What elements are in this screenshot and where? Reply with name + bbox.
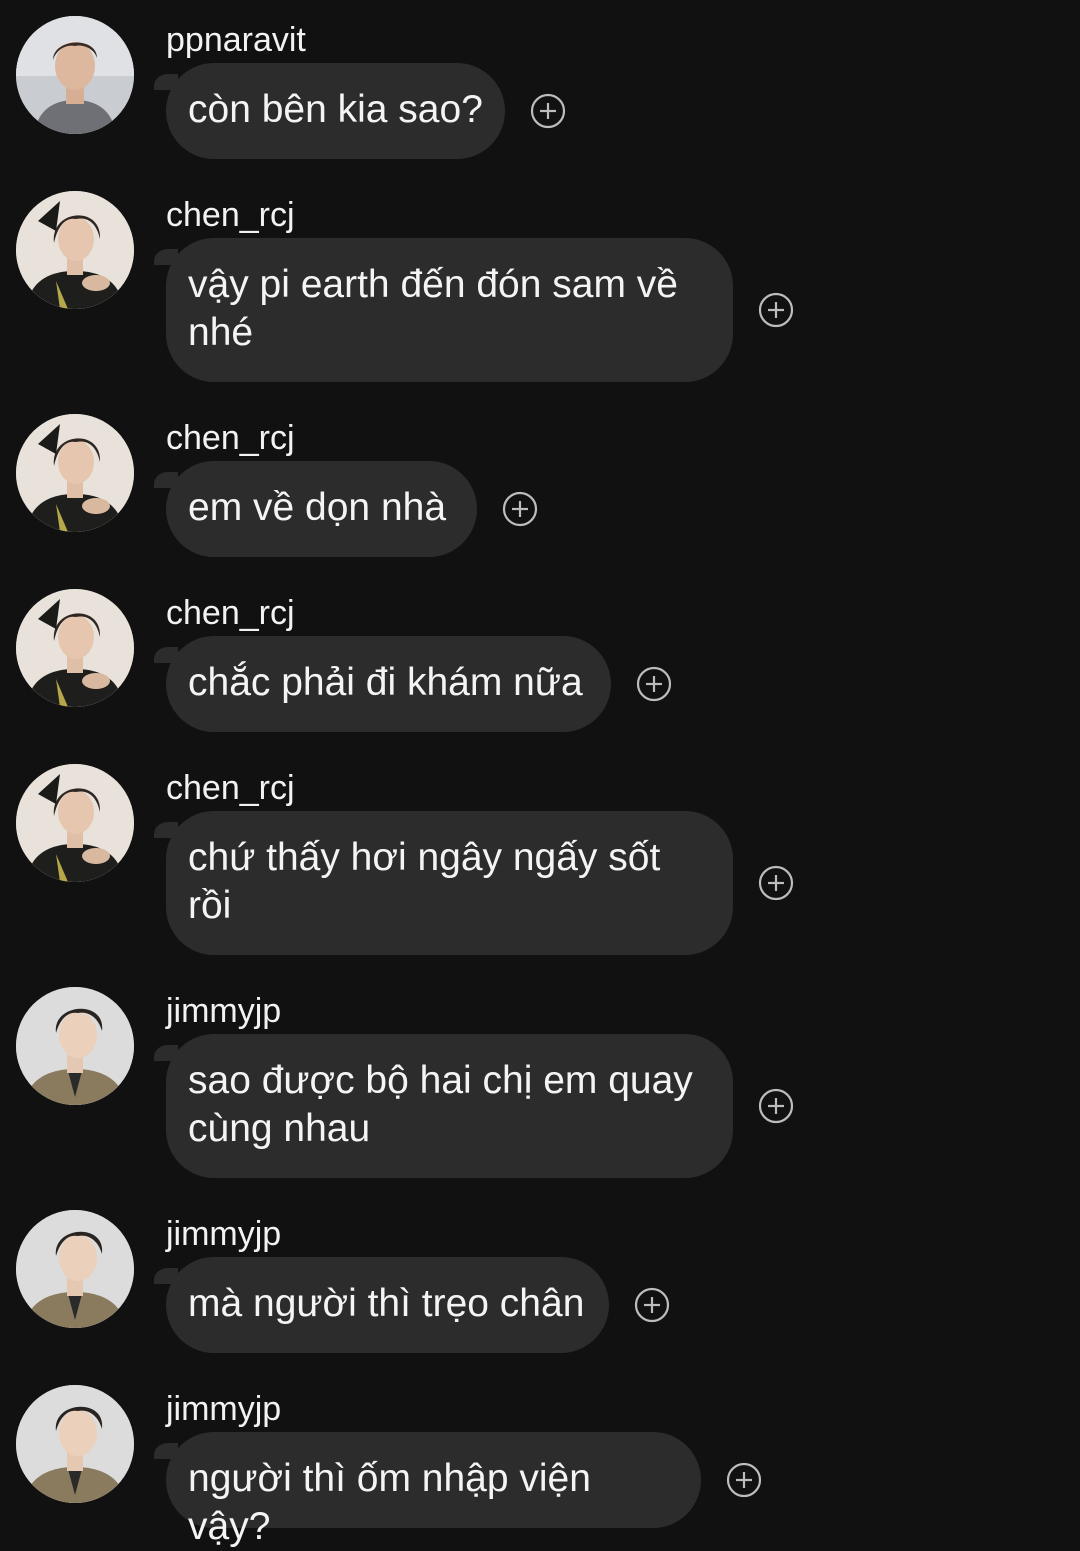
username[interactable]: jimmyjp <box>166 991 281 1031</box>
add-reaction-icon[interactable] <box>726 1462 762 1498</box>
message-bubble[interactable]: mà người thì trẹo chân <box>166 1257 609 1353</box>
username[interactable]: chen_rcj <box>166 593 295 633</box>
username[interactable]: chen_rcj <box>166 768 295 808</box>
message-bubble[interactable]: chứ thấy hơi ngây ngấy sốt rồi <box>166 811 733 955</box>
add-reaction-icon[interactable] <box>634 1287 670 1323</box>
username[interactable]: chen_rcj <box>166 195 295 235</box>
add-reaction-icon[interactable] <box>758 292 794 328</box>
add-reaction-icon[interactable] <box>758 865 794 901</box>
message-bubble[interactable]: sao được bộ hai chị em quay cùng nhau <box>166 1034 733 1178</box>
add-reaction-icon[interactable] <box>758 1088 794 1124</box>
avatar-jimmyjp[interactable] <box>16 987 134 1105</box>
username[interactable]: ppnaravit <box>166 20 306 60</box>
avatar-chen-rcj[interactable] <box>16 191 134 309</box>
username[interactable]: jimmyjp <box>166 1389 281 1429</box>
message-bubble[interactable]: chắc phải đi khám nữa <box>166 636 611 732</box>
username[interactable]: chen_rcj <box>166 418 295 458</box>
message-bubble[interactable]: vậy pi earth đến đón sam về nhé <box>166 238 733 382</box>
message-bubble[interactable]: em về dọn nhà <box>166 461 477 557</box>
username[interactable]: jimmyjp <box>166 1214 281 1254</box>
add-reaction-icon[interactable] <box>636 666 672 702</box>
avatar-jimmyjp[interactable] <box>16 1385 134 1503</box>
message-bubble[interactable]: còn bên kia sao? <box>166 63 505 159</box>
avatar-chen-rcj[interactable] <box>16 414 134 532</box>
message-bubble[interactable]: người thì ốm nhập viện vậy? <box>166 1432 701 1548</box>
add-reaction-icon[interactable] <box>530 93 566 129</box>
avatar-ppnaravit[interactable] <box>16 16 134 134</box>
avatar-chen-rcj[interactable] <box>16 589 134 707</box>
avatar-chen-rcj[interactable] <box>16 764 134 882</box>
add-reaction-icon[interactable] <box>502 491 538 527</box>
avatar-jimmyjp[interactable] <box>16 1210 134 1328</box>
